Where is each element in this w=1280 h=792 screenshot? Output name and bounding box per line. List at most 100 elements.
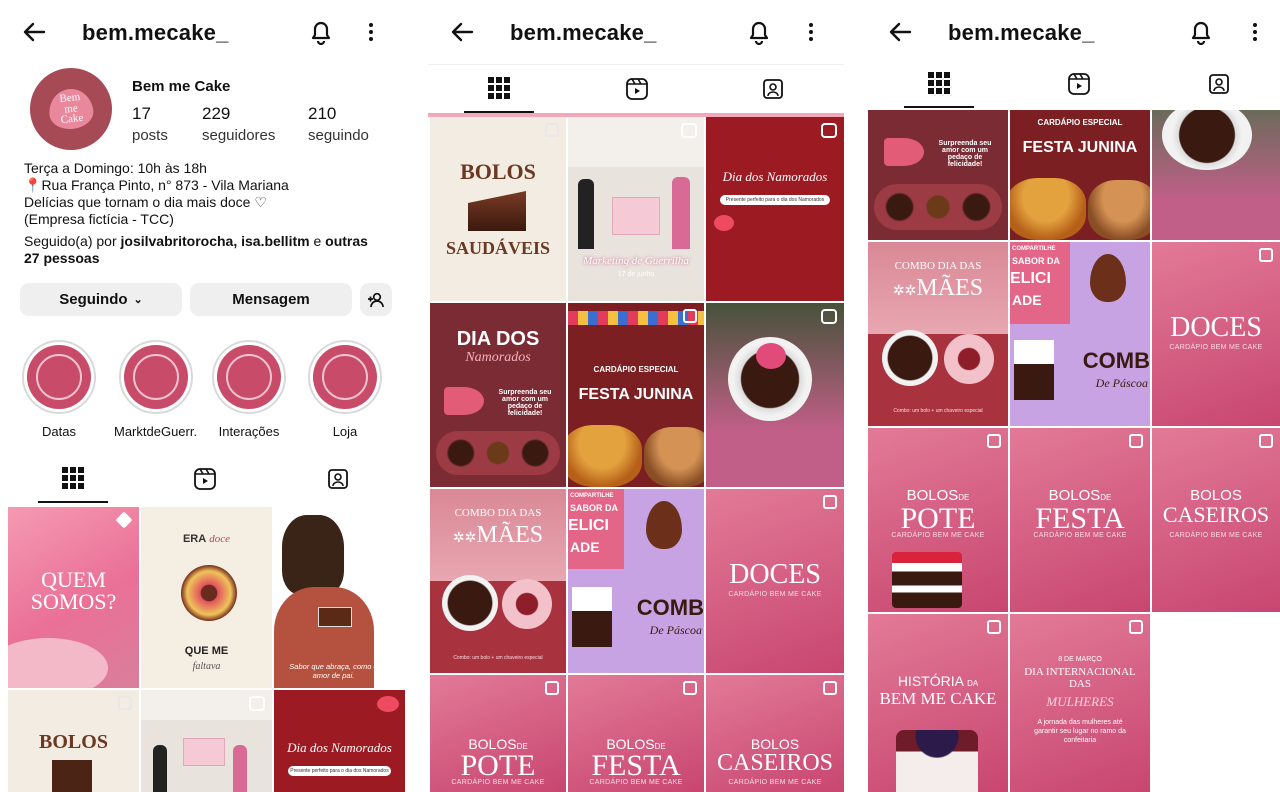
- touch-icon: [226, 354, 272, 400]
- post-bolos-pote[interactable]: BOLOSDE POTE CARDÁPIO BEM ME CAKE: [430, 675, 566, 792]
- arrow-left-icon[interactable]: [886, 18, 914, 46]
- heart-icon: [377, 696, 399, 712]
- post-subtitle: Presente perfeito para o dia dos Namorad…: [720, 195, 830, 205]
- pattern-icon: [133, 354, 179, 400]
- cupcake-image: [1014, 340, 1054, 400]
- post-title: BOLOS: [39, 731, 108, 753]
- highlight-loja[interactable]: Loja: [306, 340, 384, 439]
- highlight-marketing[interactable]: MarktdeGuerr...: [114, 340, 198, 439]
- multi-image-icon: [683, 309, 697, 323]
- tab-reels[interactable]: [602, 65, 672, 113]
- display-name: Bem me Cake: [132, 78, 231, 95]
- post-combo-maes[interactable]: COMBO DIA DAS ✲✲MÃES Combo: um bolo + um…: [430, 489, 566, 673]
- post-label: CARDÁPIO ESPECIAL: [1037, 118, 1123, 127]
- post-subtitle: CARDÁPIO BEM ME CAKE: [728, 779, 822, 786]
- tab-reels[interactable]: [1044, 60, 1114, 108]
- arrow-left-icon[interactable]: [20, 18, 48, 46]
- more-vertical-icon[interactable]: [806, 18, 816, 46]
- post-title: DIA DOS: [456, 328, 540, 350]
- tagged-icon: [1209, 74, 1229, 94]
- more-vertical-icon[interactable]: [1250, 18, 1260, 46]
- tab-tagged[interactable]: [738, 65, 808, 113]
- post-bolos-festa[interactable]: BOLOSDE FESTA CARDÁPIO BEM ME CAKE: [568, 675, 704, 792]
- post-cake-hand[interactable]: [706, 303, 844, 487]
- post-festa-junina[interactable]: CARDÁPIO ESPECIAL FESTA JUNINA: [1010, 110, 1150, 240]
- post-dia-dos-namorados[interactable]: Dia dos Namorados Presente perfeito para…: [274, 690, 405, 792]
- post-marketing-guerrilha[interactable]: [141, 690, 272, 792]
- post-title: COMB: [636, 595, 704, 620]
- message-button[interactable]: Mensagem: [190, 283, 352, 316]
- post-era-doce[interactable]: ERA doce QUE ME faltava: [141, 507, 272, 688]
- grid-icon: [488, 77, 510, 99]
- cake-box: [1162, 110, 1252, 170]
- highlight-interacoes[interactable]: Interações: [210, 340, 288, 439]
- post-dia-mulheres[interactable]: 8 DE MARÇO DIA INTERNACIONAL DAS MULHERE…: [1010, 614, 1150, 792]
- grid-icon: [62, 467, 84, 489]
- store-icon: [322, 354, 368, 400]
- bio-line: (Empresa fictícia - TCC): [24, 211, 174, 227]
- cake-image: [181, 565, 237, 621]
- post-doces[interactable]: DOCES CARDÁPIO BEM ME CAKE: [706, 489, 844, 673]
- post-bolos-saudaveis[interactable]: BOLOS: [8, 690, 139, 792]
- more-vertical-icon[interactable]: [366, 18, 376, 46]
- post-subtitle: CARDÁPIO BEM ME CAKE: [1033, 532, 1127, 539]
- post-cake-hand[interactable]: [1152, 110, 1280, 240]
- bio-line: Terça a Domingo: 10h às 18h: [24, 160, 207, 176]
- username: bem.mecake_: [948, 20, 1095, 45]
- post-caption: Surpreenda seu amor com um pedaço de fel…: [938, 140, 992, 168]
- post-dia-dos-namorados-cardapio[interactable]: DIA DOS Namorados Surpreenda seu amor co…: [430, 303, 566, 487]
- post-combo-pascoa[interactable]: COMPARTILHE SABOR DA ELICI ADE COMB De P…: [1010, 242, 1150, 426]
- post-label: SABOR DA: [1012, 256, 1061, 266]
- post-title: COMB: [1082, 348, 1150, 373]
- post-doces[interactable]: DOCES CARDÁPIO BEM ME CAKE: [1152, 242, 1280, 426]
- post-title: FESTA JUNINA: [1022, 139, 1138, 156]
- following-count[interactable]: 210: [308, 104, 336, 124]
- post-bolos-caseiros[interactable]: BOLOS CASEIROS CARDÁPIO BEM ME CAKE: [706, 675, 844, 792]
- following-button[interactable]: Seguindo ⌄: [20, 283, 182, 316]
- post-marketing-guerrilha[interactable]: Marketing de Guerrilha 17 de junho: [568, 117, 704, 301]
- cake-slice: [468, 191, 526, 231]
- followed-by[interactable]: Seguido(a) por josilvabritorocha, isa.be…: [24, 233, 404, 267]
- tab-grid[interactable]: [904, 60, 974, 108]
- post-bolos-saudaveis[interactable]: BOLOS SAUDÁVEIS: [430, 117, 566, 301]
- followers-count[interactable]: 229: [202, 104, 230, 124]
- post-historia[interactable]: HISTÓRIA DA BEM ME CAKE: [868, 614, 1008, 792]
- arrow-left-icon[interactable]: [448, 18, 476, 46]
- flower-icon: ✲✲: [452, 531, 477, 546]
- post-dia-dos-namorados-cardapio[interactable]: Surpreenda seu amor com um pedaço de fel…: [868, 110, 1008, 240]
- profile-tabs: [866, 60, 1280, 110]
- reels-icon: [1068, 73, 1090, 95]
- post-quem-somos[interactable]: QUEM SOMOS?: [8, 507, 139, 688]
- post-festa-junina[interactable]: CARDÁPIO ESPECIAL FESTA JUNINA: [568, 303, 704, 487]
- post-bolos-festa[interactable]: BOLOSDE FESTA CARDÁPIO BEM ME CAKE: [1010, 428, 1150, 612]
- multi-image-icon: [384, 513, 398, 527]
- post-bolos-pote[interactable]: BOLOSDE POTE CARDÁPIO BEM ME CAKE: [868, 428, 1008, 612]
- post-combo-pascoa[interactable]: COMPARTILHE SABOR DA ELICI ADE COMB De P…: [568, 489, 704, 673]
- posts-count[interactable]: 17: [132, 104, 151, 124]
- bell-icon[interactable]: [746, 18, 772, 46]
- bio: Terça a Domingo: 10h às 18h 📍Rua França …: [24, 160, 404, 267]
- post-dia-dos-pais[interactable]: Sabor que abraça, como o amor de pai.: [274, 507, 405, 688]
- post-combo-maes[interactable]: COMBO DIA DAS ✲✲MÃES Combo: um bolo + um…: [868, 242, 1008, 426]
- multi-image-icon: [1129, 620, 1143, 634]
- bell-icon[interactable]: [1188, 18, 1214, 46]
- avatar[interactable]: Bem me Cake: [30, 68, 112, 150]
- post-bolos-caseiros[interactable]: BOLOS CASEIROS CARDÁPIO BEM ME CAKE: [1152, 428, 1280, 612]
- tab-grid[interactable]: [38, 455, 108, 503]
- tab-reels[interactable]: [170, 455, 240, 503]
- bell-icon[interactable]: [308, 18, 334, 46]
- calendar-icon: [36, 354, 82, 400]
- tab-grid[interactable]: [464, 65, 534, 113]
- top-bar: bem.mecake_: [428, 0, 844, 62]
- tab-tagged[interactable]: [303, 455, 373, 503]
- post-label: SABOR DA: [570, 503, 619, 513]
- chevron-down-icon: ⌄: [133, 294, 143, 306]
- add-user-button[interactable]: [360, 283, 392, 316]
- tagged-icon: [763, 79, 783, 99]
- post-label: ELICI: [1010, 270, 1051, 287]
- highlight-datas[interactable]: Datas: [20, 340, 98, 439]
- tab-tagged[interactable]: [1184, 60, 1254, 108]
- post-subtitle: Namorados: [465, 350, 531, 365]
- post-dia-dos-namorados[interactable]: Dia dos Namorados Presente perfeito para…: [706, 117, 844, 301]
- heart-icon: [714, 215, 734, 231]
